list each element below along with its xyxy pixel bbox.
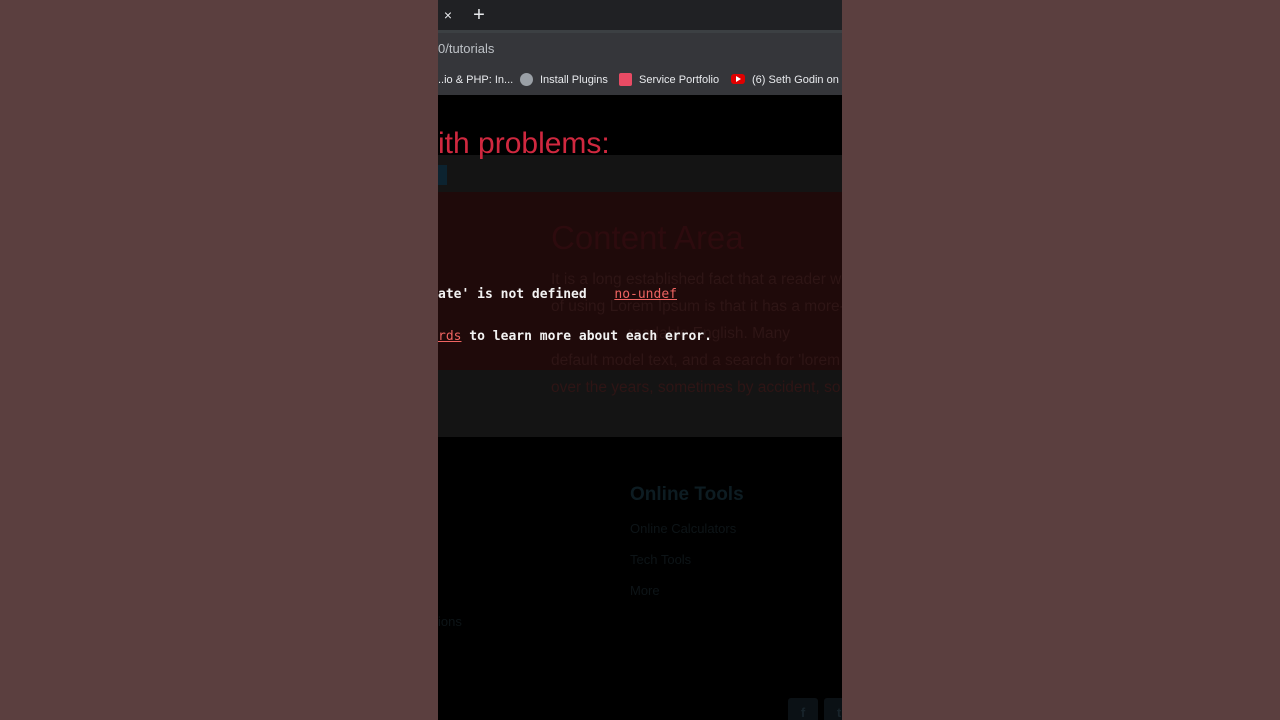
bookmark-label: (6) Seth Godin on S [752, 74, 842, 86]
bookmarks-bar: ..io & PHP: In... Install Plugins Servic… [438, 65, 842, 95]
browser-window: × + 0/tutorials ..io & PHP: In... Instal… [438, 0, 842, 720]
youtube-icon [731, 74, 745, 85]
footer-link-tech-tools[interactable]: Tech Tools [630, 552, 691, 567]
globe-icon [520, 72, 533, 86]
footer-link-calculators[interactable]: Online Calculators [630, 521, 736, 536]
content-line: over the years, sometimes by accident, s… [551, 379, 841, 396]
page-viewport: Content Area It is a long established fa… [438, 95, 842, 720]
footer-title: Online Tools [630, 484, 744, 505]
bookmark-service-portfolio[interactable]: Service Portfolio [619, 72, 719, 88]
portfolio-icon [619, 72, 632, 86]
new-tab-button[interactable]: + [470, 4, 488, 26]
footer-link-more[interactable]: More [630, 583, 660, 598]
footer-left-text[interactable]: ions [438, 614, 462, 629]
hint-text: to learn more about each error. [461, 329, 712, 344]
url-text[interactable]: 0/tutorials [438, 41, 494, 56]
error-text: ate' is not defined [438, 287, 587, 302]
bookmark-install-plugins[interactable]: Install Plugins [520, 72, 608, 88]
close-tab-icon[interactable]: × [440, 6, 456, 24]
bookmark-php[interactable]: ..io & PHP: In... [438, 72, 513, 88]
address-bar[interactable]: 0/tutorials [438, 33, 842, 65]
error-hint: rds to learn more about each error. [438, 329, 712, 344]
error-rule-link[interactable]: no-undef [614, 287, 677, 302]
content-title: Content Area [551, 219, 744, 256]
bookmark-seth-godin[interactable]: (6) Seth Godin on S [731, 72, 842, 88]
error-message: ate' is not defined no-undef [438, 287, 677, 302]
tab-strip: × + [438, 0, 842, 33]
facebook-icon[interactable]: f [788, 698, 818, 720]
bookmark-label: ..io & PHP: In... [438, 74, 514, 86]
twitter-icon[interactable]: t [824, 698, 842, 720]
bookmark-label: Install Plugins [540, 74, 608, 86]
error-overlay-heading: ith problems: [438, 127, 610, 160]
docs-link[interactable]: rds [438, 329, 461, 344]
header-logo [438, 165, 447, 185]
content-line: default model text, and a search for 'lo… [551, 352, 840, 369]
bookmark-label: Service Portfolio [639, 74, 720, 86]
